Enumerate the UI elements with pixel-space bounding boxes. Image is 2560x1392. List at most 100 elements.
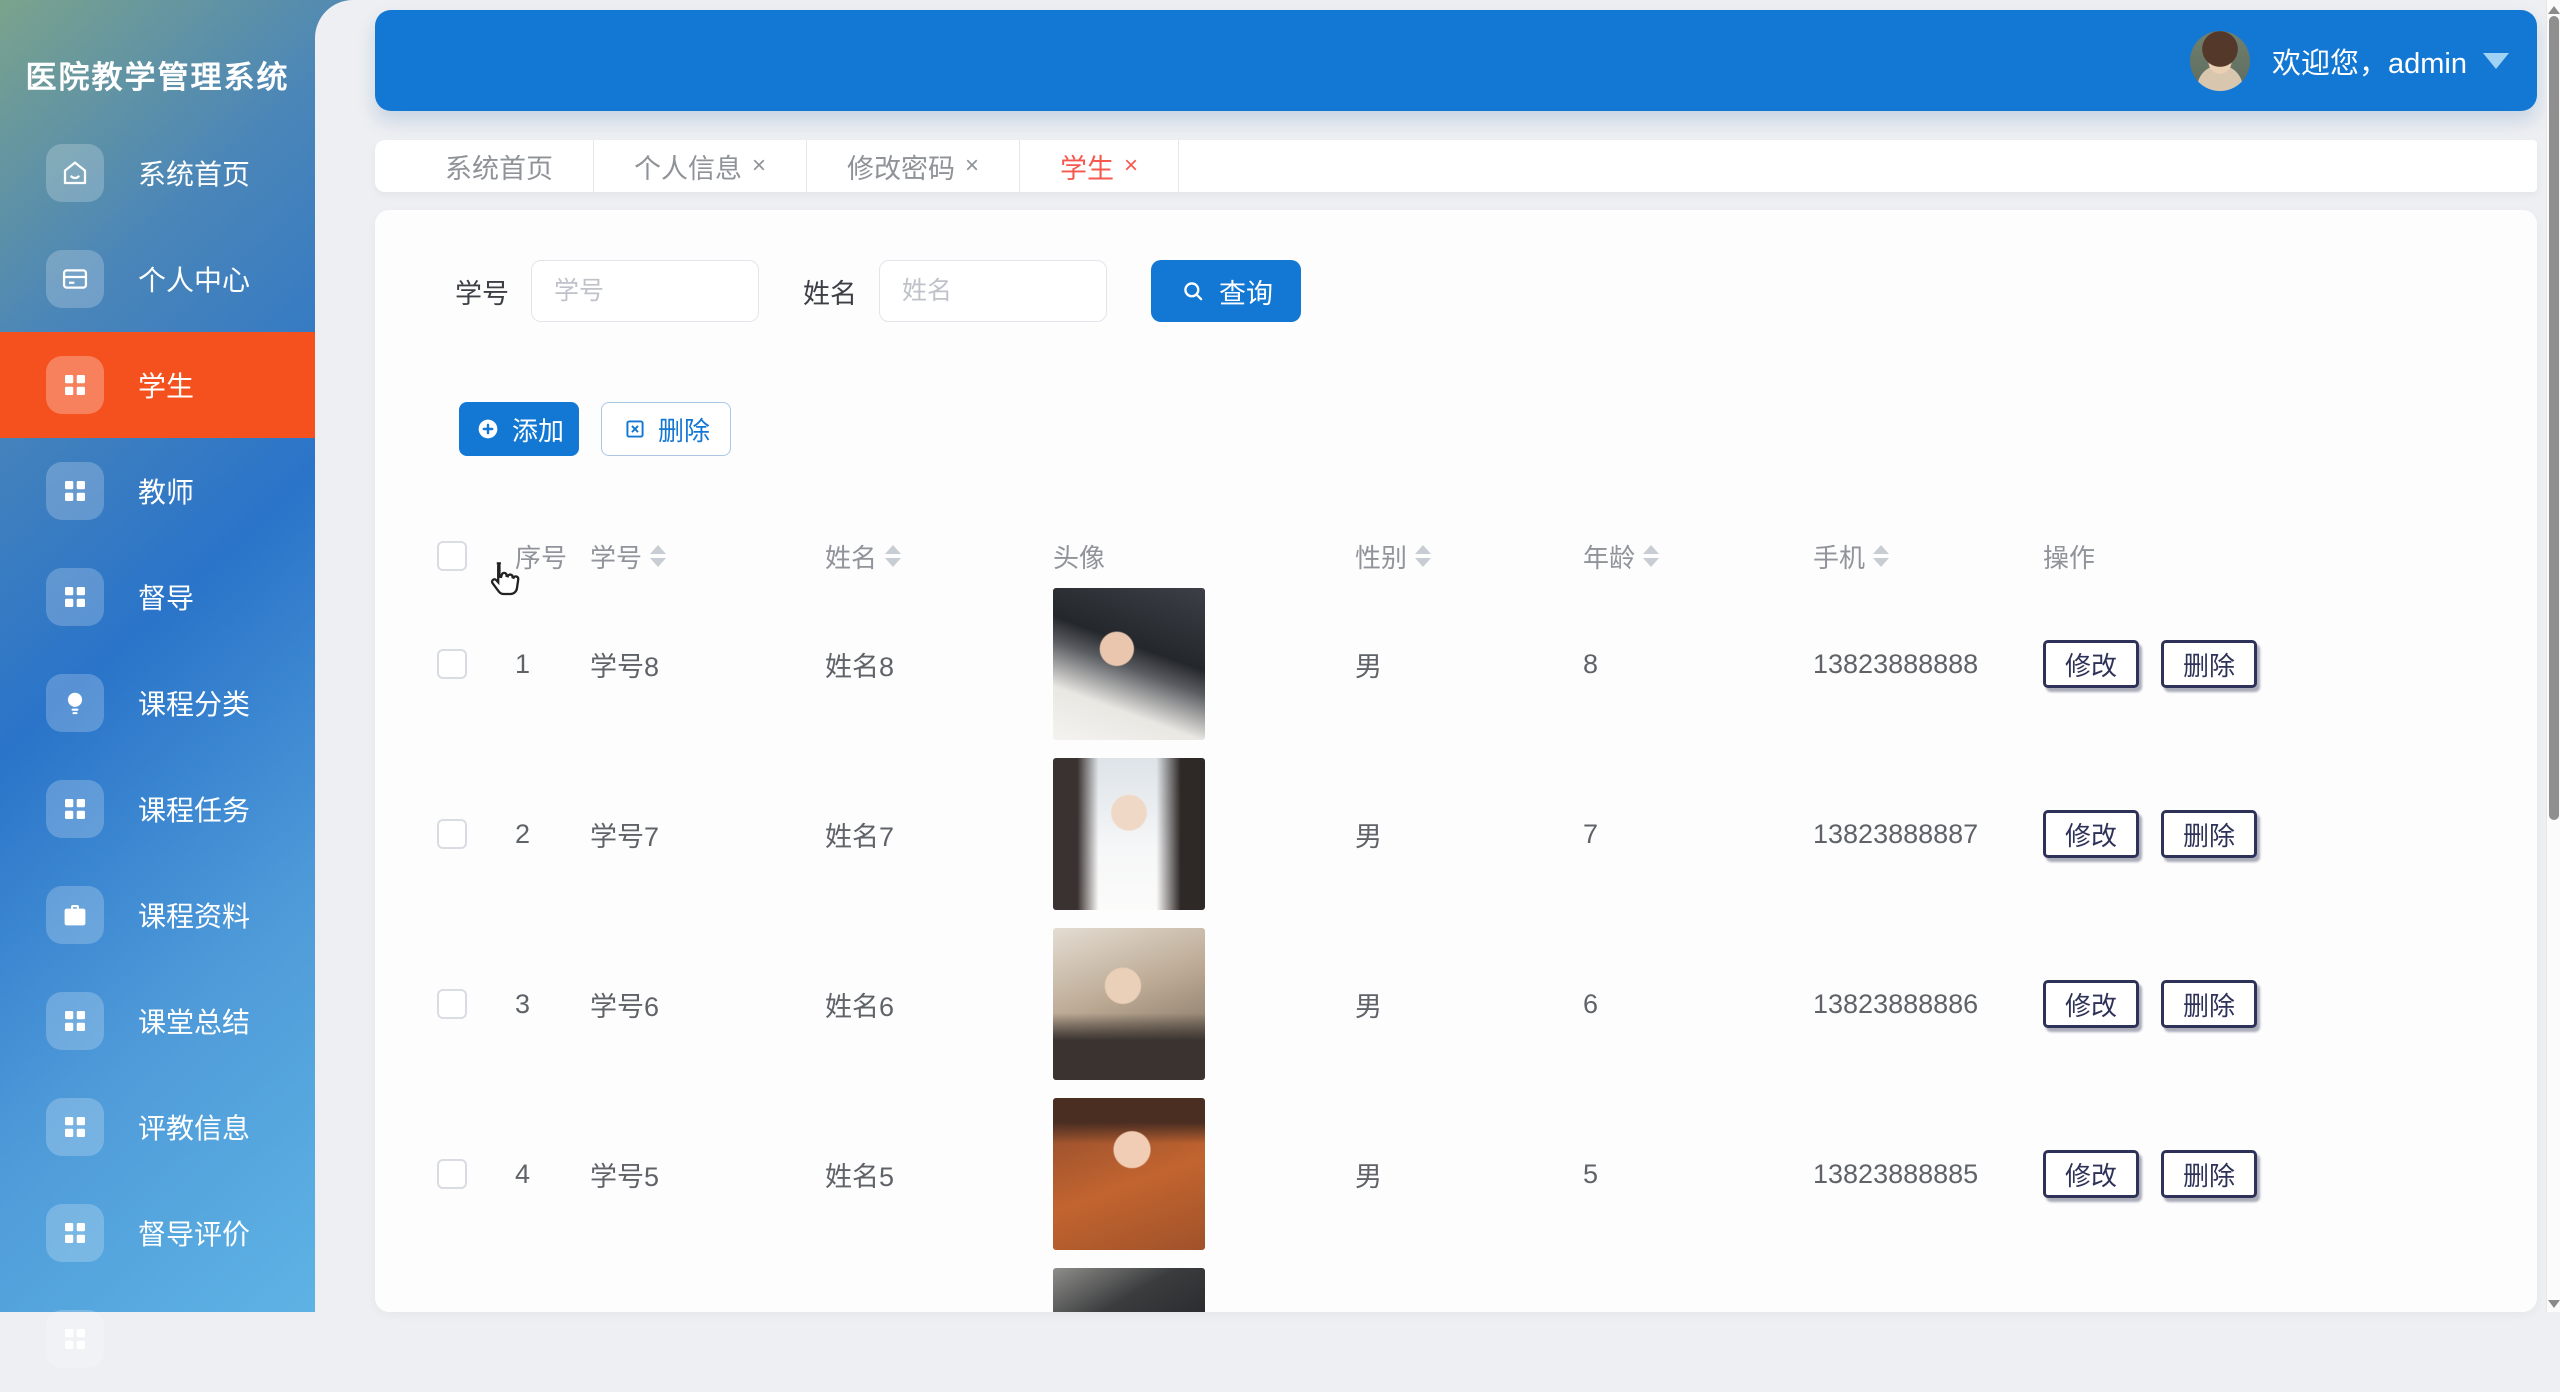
- briefcase-icon: [46, 886, 104, 944]
- tab-close-icon[interactable]: ×: [965, 152, 979, 180]
- bulb-icon: [46, 674, 104, 732]
- name-input[interactable]: [879, 260, 1107, 322]
- row-edit-button[interactable]: 修改: [2043, 810, 2139, 858]
- table-row: [437, 1259, 2497, 1312]
- cell-no: 4: [515, 1159, 590, 1190]
- students-table: 序号学号姓名头像性别年龄手机操作 1学号8姓名8男813823888888修改删…: [437, 533, 2497, 1312]
- scrollbar-down-arrow[interactable]: [2548, 1300, 2560, 1308]
- cell-age: 7: [1583, 819, 1813, 850]
- sidebar-item-partial[interactable]: [0, 1286, 315, 1392]
- row-delete-button[interactable]: 删除: [2161, 640, 2257, 688]
- row-edit-button[interactable]: 修改: [2043, 980, 2139, 1028]
- row-edit-button[interactable]: 修改: [2043, 1150, 2139, 1198]
- tab-label: 修改密码: [847, 147, 955, 186]
- avatar-photo-young-woman-orange-sweater: [1053, 1098, 1205, 1250]
- delete-button[interactable]: 删除: [601, 402, 731, 456]
- tab-学生[interactable]: 学生×: [1020, 140, 1179, 192]
- column-header-手机[interactable]: 手机: [1813, 538, 2043, 575]
- column-header-性别[interactable]: 性别: [1355, 538, 1583, 575]
- sort-carets-icon[interactable]: [650, 545, 666, 567]
- scrollbar-thumb[interactable]: [2549, 16, 2559, 820]
- tab-系统首页[interactable]: 系统首页: [405, 140, 594, 192]
- avatar-photo-young-man-white-shirt-in-car: [1053, 588, 1205, 740]
- sidebar-item-课程资料[interactable]: 课程资料: [0, 862, 315, 968]
- cell-student_id: 学号5: [590, 1155, 825, 1194]
- tab-修改密码[interactable]: 修改密码 ×: [807, 140, 1020, 192]
- tab-close-icon[interactable]: ×: [752, 152, 766, 180]
- column-label: 姓名: [825, 538, 877, 575]
- action-buttons: 添加 删除: [459, 402, 731, 456]
- sidebar-item-督导[interactable]: 督导: [0, 544, 315, 650]
- sidebar-item-课堂总结[interactable]: 课堂总结: [0, 968, 315, 1074]
- cell-gender: 男: [1355, 1155, 1583, 1194]
- row-checkbox[interactable]: [437, 1159, 467, 1189]
- add-button-label: 添加: [512, 411, 564, 448]
- sidebar-item-label: 督导: [138, 577, 194, 617]
- sidebar-item-督导评价[interactable]: 督导评价: [0, 1180, 315, 1286]
- scrollbar-up-arrow[interactable]: [2548, 6, 2560, 14]
- sidebar-item-label: 课程任务: [138, 789, 250, 829]
- x-square-icon: [622, 416, 648, 442]
- avatar-photo-young-man-dark-scarf: [1053, 928, 1205, 1080]
- grid-icon: [46, 1098, 104, 1156]
- sidebar-item-个人中心[interactable]: 个人中心: [0, 226, 315, 332]
- table-header-row: 序号学号姓名头像性别年龄手机操作: [437, 533, 2497, 579]
- sidebar-item-label: 课程资料: [138, 895, 250, 935]
- cell-phone: 13823888886: [1813, 989, 2043, 1020]
- tab-个人信息[interactable]: 个人信息×: [594, 140, 807, 192]
- cell-age: 6: [1583, 989, 1813, 1020]
- sort-carets-icon[interactable]: [1643, 545, 1659, 567]
- sidebar-item-教师[interactable]: 教师: [0, 438, 315, 544]
- query-button[interactable]: 查询: [1151, 260, 1301, 322]
- grid-icon: [46, 356, 104, 414]
- row-checkbox[interactable]: [437, 989, 467, 1019]
- column-header-学号[interactable]: 学号: [590, 538, 825, 575]
- column-label: 性别: [1355, 538, 1407, 575]
- row-delete-button[interactable]: 删除: [2161, 810, 2257, 858]
- table-row: 4学号5姓名5男513823888885修改删除: [437, 1089, 2497, 1259]
- cell-name: 姓名5: [825, 1155, 1053, 1194]
- hand-cursor: [478, 552, 528, 606]
- sort-carets-icon[interactable]: [1873, 545, 1889, 567]
- row-edit-button[interactable]: 修改: [2043, 640, 2139, 688]
- cell-phone: 13823888885: [1813, 1159, 2043, 1190]
- student-id-input[interactable]: [531, 260, 759, 322]
- sidebar-item-label: 教师: [138, 471, 194, 511]
- row-delete-button[interactable]: 删除: [2161, 1150, 2257, 1198]
- delete-button-label: 删除: [658, 411, 710, 448]
- select-all-checkbox[interactable]: [437, 541, 467, 571]
- cell-phone: 13823888887: [1813, 819, 2043, 850]
- column-header-姓名[interactable]: 姓名: [825, 538, 1053, 575]
- sidebar-item-课程分类[interactable]: 课程分类: [0, 650, 315, 756]
- vertical-scrollbar[interactable]: [2546, 0, 2560, 1312]
- tab-label: 系统首页: [445, 147, 553, 186]
- grid-icon: [46, 568, 104, 626]
- add-button[interactable]: 添加: [459, 402, 579, 456]
- tab-close-icon[interactable]: ×: [1124, 152, 1138, 180]
- grid-icon: [46, 992, 104, 1050]
- column-header-年龄[interactable]: 年龄: [1583, 538, 1813, 575]
- sort-carets-icon[interactable]: [885, 545, 901, 567]
- sidebar-item-评教信息[interactable]: 评教信息: [0, 1074, 315, 1180]
- cell-operations: 修改删除: [2043, 980, 2497, 1028]
- cell-operations: 修改删除: [2043, 640, 2497, 688]
- user-avatar[interactable]: [2190, 31, 2250, 91]
- app-title: 医院教学管理系统: [0, 0, 315, 97]
- content-card: 学号 姓名 查询 添加 删除 序号学号姓名头像性别年龄手机操作 1学号8姓名8男…: [375, 210, 2537, 1312]
- row-checkbox[interactable]: [437, 819, 467, 849]
- sidebar-item-label: 课程分类: [138, 683, 250, 723]
- sidebar-item-学生[interactable]: 学生: [0, 332, 352, 438]
- row-checkbox[interactable]: [437, 649, 467, 679]
- caret-down-icon[interactable]: [2483, 53, 2509, 69]
- home-icon: [46, 144, 104, 202]
- column-label: 学号: [590, 538, 642, 575]
- column-label: 年龄: [1583, 538, 1635, 575]
- cell-gender: 男: [1355, 815, 1583, 854]
- sort-carets-icon[interactable]: [1415, 545, 1431, 567]
- sidebar-item-课程任务[interactable]: 课程任务: [0, 756, 315, 862]
- row-delete-button[interactable]: 删除: [2161, 980, 2257, 1028]
- cell-gender: 男: [1355, 985, 1583, 1024]
- table-row: 3学号6姓名6男613823888886修改删除: [437, 919, 2497, 1089]
- cell-no: 2: [515, 819, 590, 850]
- sidebar-item-系统首页[interactable]: 系统首页: [0, 120, 315, 226]
